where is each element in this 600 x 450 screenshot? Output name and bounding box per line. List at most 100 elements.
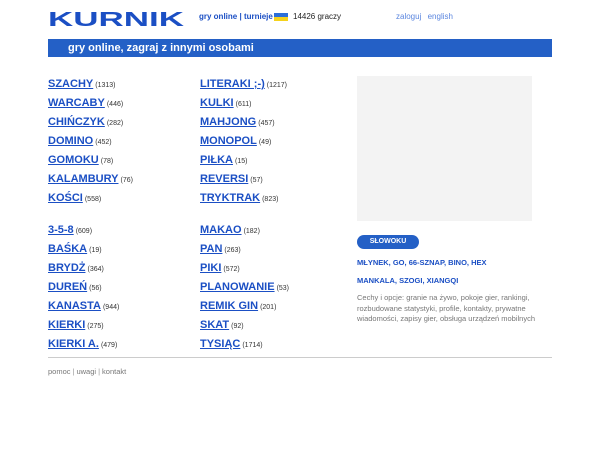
game-player-count: (457) (258, 120, 275, 127)
ukraine-flag-icon (274, 13, 288, 21)
game-name[interactable]: CHIŃCZYK (48, 116, 105, 128)
game-item-brydz[interactable]: BRYDŻ (364) (48, 258, 198, 277)
game-item-duren[interactable]: DUREŃ (56) (48, 277, 198, 296)
page-banner: gry online, zagraj z innymi osobami (48, 39, 552, 57)
more-game-link[interactable]: HEX (471, 258, 486, 267)
game-name[interactable]: DOMINO (48, 135, 93, 147)
game-player-count: (823) (262, 196, 279, 203)
game-player-count: (1714) (242, 342, 263, 349)
game-name[interactable]: KIERKI (48, 319, 85, 331)
more-game-link[interactable]: SZOGI (399, 276, 422, 285)
feedback-link[interactable]: uwagi (76, 367, 96, 376)
game-item-pan[interactable]: PAN (263) (200, 239, 350, 258)
game-player-count: (57) (250, 177, 263, 184)
game-player-count: (282) (106, 120, 124, 127)
game-name[interactable]: REVERSI (200, 173, 248, 185)
game-item-skat[interactable]: SKAT (92) (200, 315, 350, 334)
game-item-kierki-a[interactable]: KIERKI A. (479) (48, 334, 198, 353)
more-game-link[interactable]: MŁYNEK (357, 258, 389, 267)
game-name[interactable]: BRYDŻ (48, 262, 85, 274)
account-links: zaloguj english (396, 12, 457, 21)
game-name[interactable]: PIKI (200, 262, 221, 274)
game-name[interactable]: TYSIĄC (200, 338, 240, 350)
more-game-link[interactable]: MANKALA (357, 276, 395, 285)
help-link[interactable]: pomoc (48, 367, 71, 376)
game-name[interactable]: MONOPOL (200, 135, 257, 147)
game-name[interactable]: KALAMBURY (48, 173, 118, 185)
more-game-link[interactable]: XIANGQI (427, 276, 459, 285)
game-player-count: (15) (235, 158, 248, 165)
game-item-tysiac[interactable]: TYSIĄC (1714) (200, 334, 350, 353)
slowoku-button[interactable]: SŁOWOKU (357, 235, 419, 249)
game-name[interactable]: PLANOWANIE (200, 281, 275, 293)
game-name[interactable]: BAŚKA (48, 243, 87, 255)
more-game-link[interactable]: 66-SZNAP (409, 258, 444, 267)
game-item-baska[interactable]: BAŚKA (19) (48, 239, 198, 258)
game-name[interactable]: GOMOKU (48, 154, 99, 166)
game-player-count: (78) (100, 158, 114, 165)
game-name[interactable]: 3-5-8 (48, 224, 74, 236)
game-name[interactable]: LITERAKI ;-) (200, 78, 265, 90)
game-item-szachy[interactable]: SZACHY (1313) (48, 74, 198, 93)
page-title: gry online, zagraj z innymi osobami (68, 42, 254, 54)
kurnik-logo[interactable]: KURNIK (48, 10, 184, 28)
game-name[interactable]: KIERKI A. (48, 338, 99, 350)
game-item-kosci[interactable]: KOŚCI (558) (48, 188, 198, 207)
game-item-pilka[interactable]: PIŁKA (15) (200, 150, 350, 169)
game-item-mahjong[interactable]: MAHJONG (457) (200, 112, 350, 131)
game-player-count: (446) (106, 101, 124, 108)
game-name[interactable]: TRYKTRAK (200, 192, 260, 204)
game-item-kalambury[interactable]: KALAMBURY (76) (48, 169, 198, 188)
game-name[interactable]: DUREŃ (48, 281, 87, 293)
game-item-tryktrak[interactable]: TRYKTRAK (823) (200, 188, 350, 207)
game-player-count: (76) (120, 177, 133, 184)
game-name[interactable]: PAN (200, 243, 222, 255)
game-name[interactable]: WARCABY (48, 97, 105, 109)
game-name[interactable]: MAHJONG (200, 116, 256, 128)
game-item-kierki[interactable]: KIERKI (275) (48, 315, 198, 334)
game-item-monopol[interactable]: MONOPOL (49) (200, 131, 350, 150)
game-item-kanasta[interactable]: KANASTA (944) (48, 296, 198, 315)
more-games-line-1: MŁYNEK, GO, 66-SZNAP, BINO, HEX (357, 258, 487, 267)
game-player-count: (53) (276, 285, 290, 292)
more-game-link[interactable]: BINO (448, 258, 467, 267)
game-item-warcaby[interactable]: WARCABY (446) (48, 93, 198, 112)
game-item-planowanie[interactable]: PLANOWANIE (53) (200, 277, 350, 296)
game-player-count: (572) (223, 266, 240, 273)
english-link[interactable]: english (428, 12, 453, 21)
game-item-chinczyk[interactable]: CHIŃCZYK (282) (48, 112, 198, 131)
game-item-3-5-8[interactable]: 3-5-8 (609) (48, 220, 198, 239)
login-link[interactable]: zaloguj (396, 12, 421, 21)
game-name[interactable]: SKAT (200, 319, 229, 331)
game-item-reversi[interactable]: REVERSI (57) (200, 169, 350, 188)
footer-links: pomoc | uwagi | kontakt (48, 367, 127, 376)
game-item-kulki[interactable]: KULKI (611) (200, 93, 350, 112)
game-player-count: (1217) (266, 82, 287, 89)
game-item-makao[interactable]: MAKAO (182) (200, 220, 350, 239)
nav-games-online[interactable]: gry online (199, 12, 237, 21)
game-name[interactable]: SZACHY (48, 78, 93, 90)
game-player-count: (558) (84, 196, 102, 203)
game-item-remik-gin[interactable]: REMIK GIN (201) (200, 296, 350, 315)
game-name[interactable]: KULKI (200, 97, 234, 109)
contact-link[interactable]: kontakt (102, 367, 126, 376)
game-name[interactable]: PIŁKA (200, 154, 233, 166)
game-item-literaki[interactable]: LITERAKI ;-) (1217) (200, 74, 350, 93)
game-name[interactable]: REMIK GIN (200, 300, 258, 312)
game-item-domino[interactable]: DOMINO (452) (48, 131, 198, 150)
game-name[interactable]: KANASTA (48, 300, 101, 312)
game-player-count: (1313) (95, 82, 116, 89)
game-player-count: (275) (87, 323, 104, 330)
game-item-piki[interactable]: PIKI (572) (200, 258, 350, 277)
game-player-count: (19) (89, 247, 102, 254)
more-game-link[interactable]: GO (393, 258, 405, 267)
more-games-line-2: MANKALA, SZOGI, XIANGQI (357, 276, 459, 285)
nav-tournaments[interactable]: turnieje (244, 12, 273, 21)
footer-divider (48, 357, 552, 358)
game-player-count: (49) (258, 139, 272, 146)
game-item-gomoku[interactable]: GOMOKU (78) (48, 150, 198, 169)
game-name[interactable]: KOŚCI (48, 192, 83, 204)
game-player-count: (182) (243, 228, 260, 235)
game-name[interactable]: MAKAO (200, 224, 242, 236)
game-player-count: (611) (235, 101, 252, 108)
